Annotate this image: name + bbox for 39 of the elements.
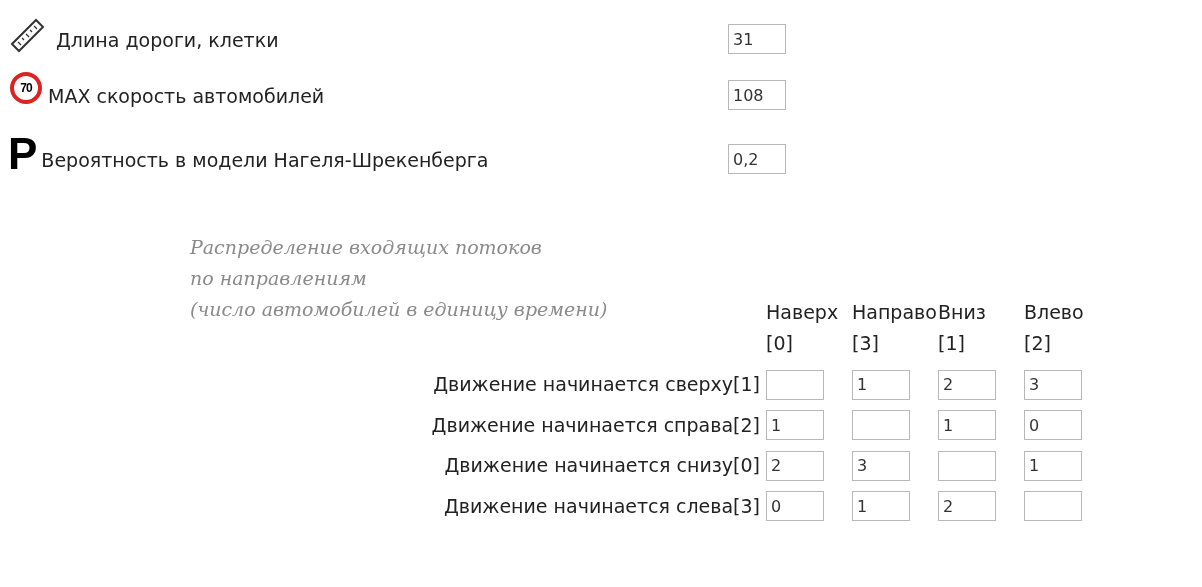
parameter-label: MAX скорость автомобилей [48,83,325,109]
column-header: Влево [1024,300,1085,325]
input-field[interactable]: 1 [852,491,910,521]
column-index: [3] [852,331,880,356]
input-field[interactable]: 1 [766,410,824,440]
caption-line: (число автомобилей в единицу времени) [190,297,608,322]
caption-line: по направлениям [190,266,367,291]
parameter-label: Длина дороги, клетки [56,27,279,53]
input-field[interactable]: 2 [938,491,996,521]
caption-line: Распределение входящих потоков [190,235,542,260]
input-field[interactable]: 31 [728,24,786,54]
input-field[interactable]: 0 [1024,410,1082,440]
speed-limit-sign: 70 [10,72,42,104]
input-field[interactable] [766,369,824,400]
input-field[interactable] [938,450,996,481]
row-label: Движение начинается слева[3] [442,493,761,519]
column-index: [2] [1024,331,1052,356]
row-label: Движение начинается снизу[0] [443,453,761,478]
input-field[interactable]: 0 [766,491,824,521]
column-header: Наверх [766,300,840,325]
input-field[interactable]: 1 [1024,450,1082,481]
input-field[interactable]: 3 [852,450,910,481]
input-field[interactable]: 0,2 [728,144,786,174]
input-field[interactable] [1024,491,1082,521]
input-field[interactable]: 108 [728,80,786,110]
input-field[interactable] [852,410,910,440]
input-field[interactable]: 3 [1024,369,1082,400]
input-field[interactable]: 2 [766,450,824,481]
column-header: Вниз [938,300,987,325]
input-field[interactable]: 1 [852,369,910,400]
input-field[interactable]: 1 [938,410,996,440]
parameter-label: Вероятность в модели Нагеля-Шрекенберга [41,147,489,173]
parameter-symbol: P [8,134,38,174]
row-label: Движение начинается справа[2] [430,412,761,438]
row-label: Движение начинается сверху[1] [432,372,761,397]
column-header: Направо [852,300,938,325]
input-field[interactable]: 2 [938,369,996,400]
column-index: [1] [938,331,966,356]
column-index: [0] [766,331,794,356]
